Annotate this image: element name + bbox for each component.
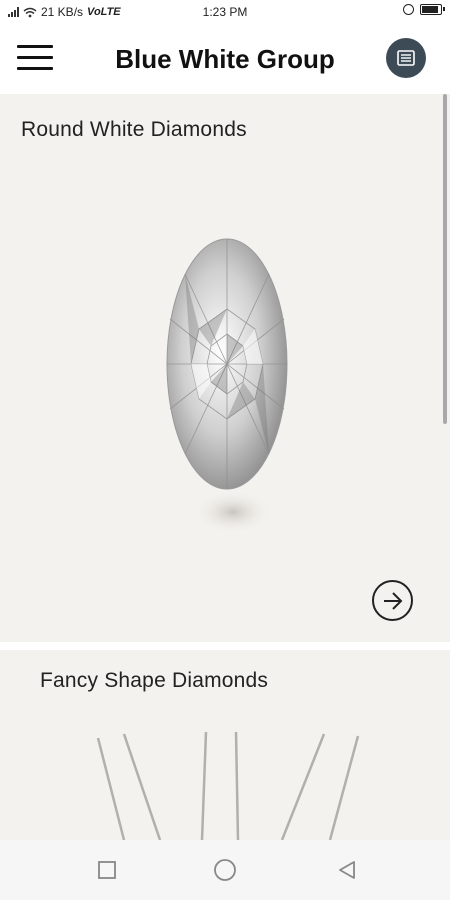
diamond-image [155,234,305,554]
category-title: Round White Diamonds [21,118,247,141]
home-icon [214,859,236,881]
recent-apps-icon [98,861,116,879]
scrollbar[interactable] [443,94,447,424]
app-title: Blue White Group [115,44,335,74]
status-right [403,4,445,15]
list-icon [397,50,415,66]
category-card-round-white[interactable]: Round White Diamonds [0,94,450,642]
battery-icon [420,4,445,15]
status-time: 1:23 PM [202,5,248,19]
home-button[interactable] [213,858,237,882]
category-card-fancy-shape[interactable]: Fancy Shape Diamonds [0,650,450,840]
system-nav-bar [0,840,450,900]
alarm-icon [403,4,414,15]
card-divider [0,642,450,650]
catalog-button[interactable] [386,38,426,78]
status-bar: 21 KB/s VoLTE 1:23 PM [0,0,450,24]
back-button[interactable] [335,858,359,882]
content-list[interactable]: Round White Diamonds Fancy Shape Diamond… [0,94,450,840]
app-bar: Blue White Group [0,24,450,94]
open-category-button[interactable] [372,580,413,621]
recent-apps-button[interactable] [95,858,119,882]
back-icon [339,861,355,879]
arrow-right-circle-icon [383,591,402,610]
category-title: Fancy Shape Diamonds [40,669,269,692]
fancy-diamond-image [96,731,360,840]
